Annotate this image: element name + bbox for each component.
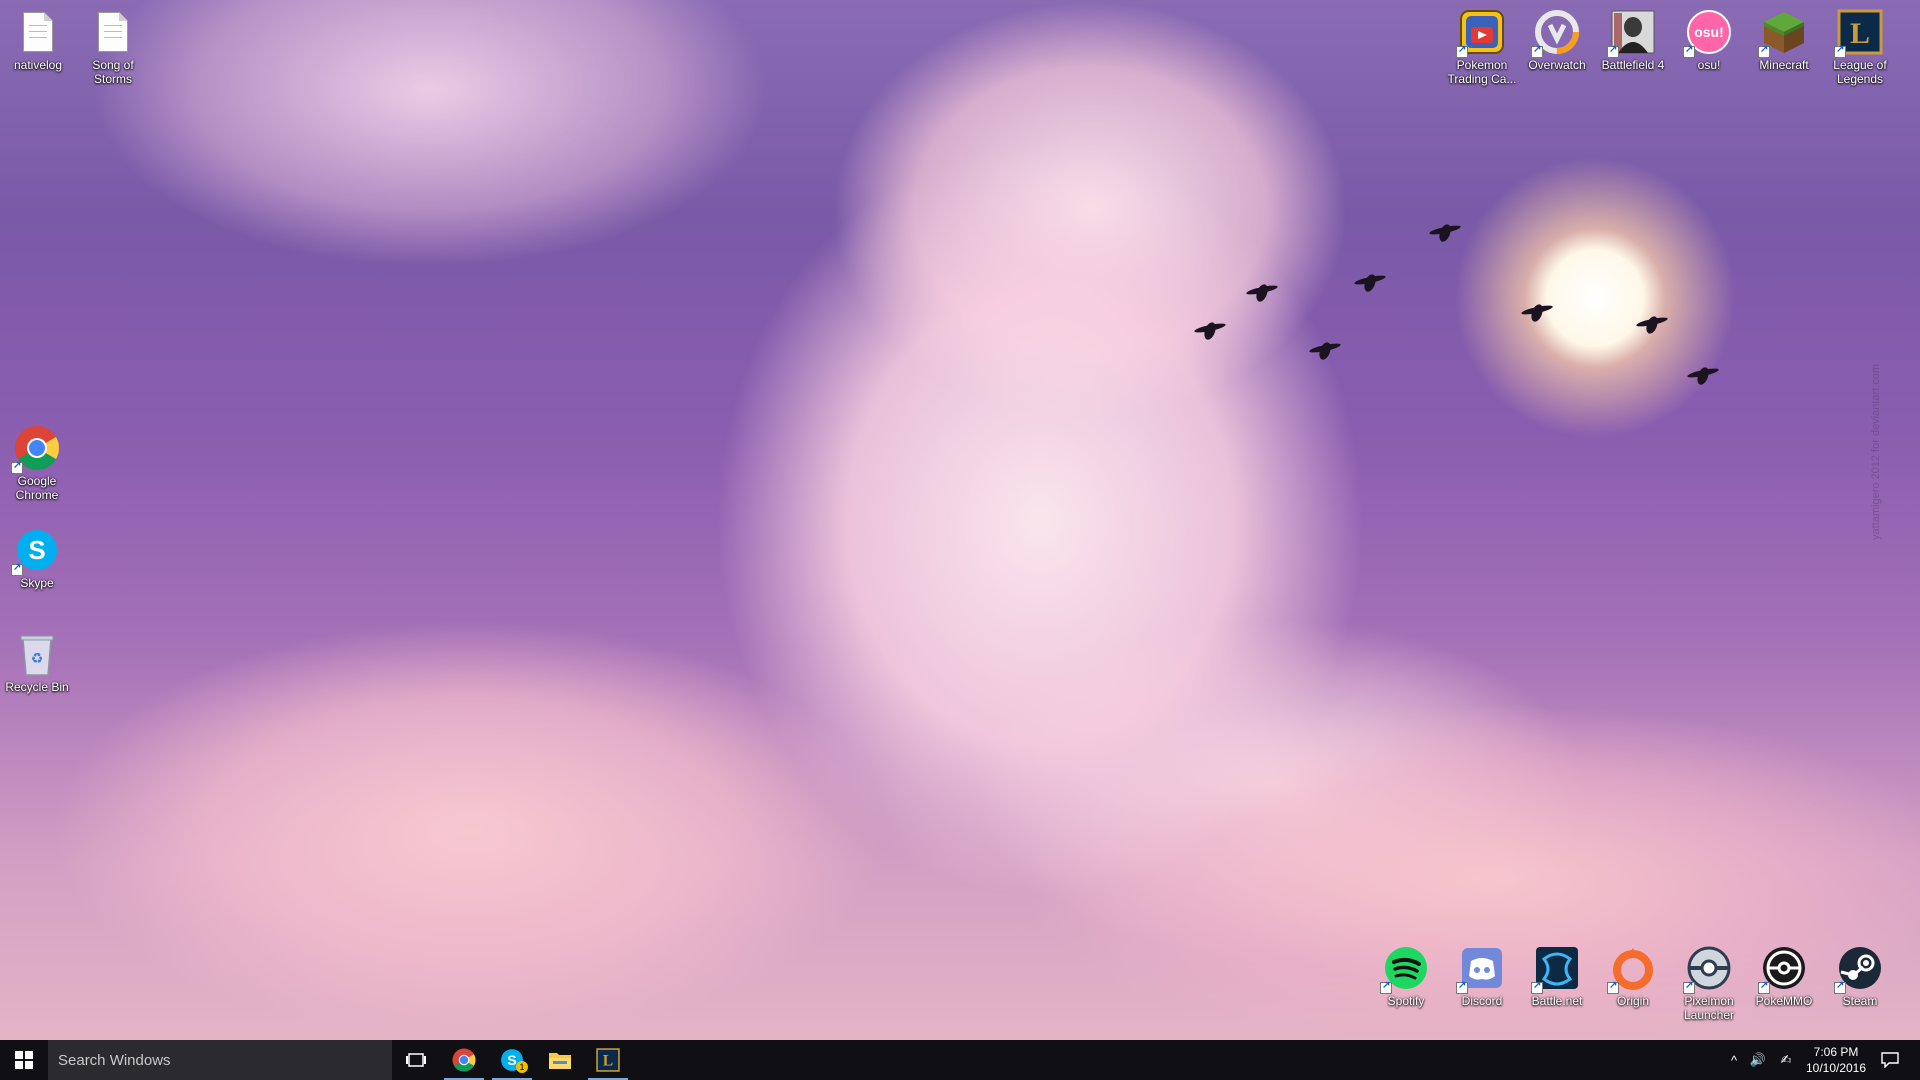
icon-label: Spotify <box>1387 994 1425 1008</box>
folder-icon <box>549 1053 571 1069</box>
volume-button[interactable]: 🔊 <box>1746 1040 1770 1080</box>
taskbar-skype-button[interactable]: S 1 <box>488 1040 536 1080</box>
task-view-icon <box>406 1053 426 1067</box>
svg-text:osu!: osu! <box>1694 24 1724 40</box>
overwatch-icon <box>1531 8 1581 58</box>
minecraft-icon <box>1758 8 1808 58</box>
desktop-icon-origin[interactable]: Origin <box>1597 944 1669 1008</box>
svg-text:L: L <box>1850 17 1870 50</box>
search-box[interactable] <box>48 1040 392 1080</box>
pixelmon-icon <box>1683 944 1733 994</box>
desktop-icon-google-chrome[interactable]: Google Chrome <box>1 424 73 502</box>
taskbar-file-explorer-button[interactable] <box>536 1040 584 1080</box>
battlenet-icon <box>1531 944 1581 994</box>
desktop-icon-pokemmo[interactable]: PokeMMO <box>1748 944 1820 1008</box>
osu-icon: osu! <box>1683 8 1733 58</box>
icon-label: nativelog <box>13 58 63 72</box>
svg-text:♻: ♻ <box>31 651 44 667</box>
league-of-legends-icon: L <box>1834 8 1884 58</box>
discord-icon <box>1456 944 1506 994</box>
spotify-icon <box>1380 944 1430 994</box>
recycle-bin-icon: ♻ <box>13 630 61 678</box>
icon-label: Pokemon Trading Ca... <box>1447 58 1517 86</box>
icon-label: osu! <box>1697 58 1721 72</box>
battlefield-4-icon <box>1607 8 1657 58</box>
desktop-icon-battlefield-4[interactable]: Battlefield 4 <box>1597 8 1669 72</box>
icon-label: League of Legends <box>1833 58 1887 86</box>
desktop-icon-nativelog[interactable]: nativelog <box>2 8 74 72</box>
taskbar: S 1 L ^ 🔊 ✍ 7:06 PM 10/10/2016 <box>0 1040 1920 1080</box>
desktop-icon-overwatch[interactable]: Overwatch <box>1521 8 1593 72</box>
start-button[interactable] <box>0 1040 48 1080</box>
action-center-button[interactable] <box>1870 1040 1910 1080</box>
document-icon <box>14 8 62 56</box>
volume-icon: 🔊 <box>1749 1052 1767 1068</box>
desktop-icon-steam[interactable]: Steam <box>1824 944 1896 1008</box>
desktop-icon-spotify[interactable]: Spotify <box>1370 944 1442 1008</box>
desktop-icon-skype[interactable]: S Skype <box>1 526 73 590</box>
icon-label: Song of Storms <box>92 58 134 86</box>
pokemon-tcg-icon <box>1456 8 1506 58</box>
desktop-icon-pixelmon-launcher[interactable]: Pixelmon Launcher <box>1673 944 1745 1022</box>
icon-label: Battlefield 4 <box>1601 58 1665 72</box>
document-icon <box>89 8 137 56</box>
icon-label: Recycle Bin <box>5 680 69 694</box>
notification-icon <box>1881 1052 1899 1068</box>
icon-label: Overwatch <box>1528 58 1586 72</box>
desktop-icon-osu[interactable]: osu! osu! <box>1673 8 1745 72</box>
icon-label: Origin <box>1616 994 1649 1008</box>
league-of-legends-icon: L <box>596 1048 620 1072</box>
notification-badge: 1 <box>516 1061 528 1073</box>
steam-icon <box>1834 944 1884 994</box>
wallpaper-watermark: yattamigero 2012 for deviantart.com <box>1870 363 1882 540</box>
chrome-icon <box>11 424 61 474</box>
chevron-up-icon: ^ <box>1730 1052 1738 1068</box>
taskbar-chrome-button[interactable] <box>440 1040 488 1080</box>
windows-logo-icon <box>15 1051 33 1069</box>
desktop-icon-battlenet[interactable]: Battle.net <box>1521 944 1593 1008</box>
icon-label: Battle.net <box>1531 994 1583 1008</box>
icon-label: Steam <box>1842 994 1878 1008</box>
desktop-icon-song-of-storms[interactable]: Song of Storms <box>77 8 149 86</box>
desktop-icon-pokemon-tcg[interactable]: Pokemon Trading Ca... <box>1446 8 1518 86</box>
svg-text:S: S <box>28 535 45 565</box>
chrome-icon <box>452 1048 476 1072</box>
search-input[interactable] <box>56 1050 380 1070</box>
icon-label: PokeMMO <box>1755 994 1813 1008</box>
icon-label: Minecraft <box>1759 58 1809 72</box>
icon-label: Skype <box>20 576 54 590</box>
svg-text:L: L <box>603 1053 613 1070</box>
desktop-icon-discord[interactable]: Discord <box>1446 944 1518 1008</box>
wallpaper: yattamigero 2012 for deviantart.com <box>0 0 1920 1040</box>
desktop-icon-league-of-legends[interactable]: L League of Legends <box>1824 8 1896 86</box>
skype-icon: S <box>11 526 61 576</box>
task-view-button[interactable] <box>392 1040 440 1080</box>
desktop-icon-minecraft[interactable]: Minecraft <box>1748 8 1820 72</box>
icon-label: Discord <box>1461 994 1503 1008</box>
taskbar-league-button[interactable]: L <box>584 1040 632 1080</box>
icon-label: Pixelmon Launcher <box>1683 994 1735 1022</box>
tray-overflow-chevron[interactable]: ^ <box>1722 1040 1746 1080</box>
desktop-icon-recycle-bin[interactable]: ♻ Recycle Bin <box>1 630 73 694</box>
pokemmo-icon <box>1758 944 1808 994</box>
icon-label: Google Chrome <box>15 474 59 502</box>
origin-icon <box>1607 944 1657 994</box>
